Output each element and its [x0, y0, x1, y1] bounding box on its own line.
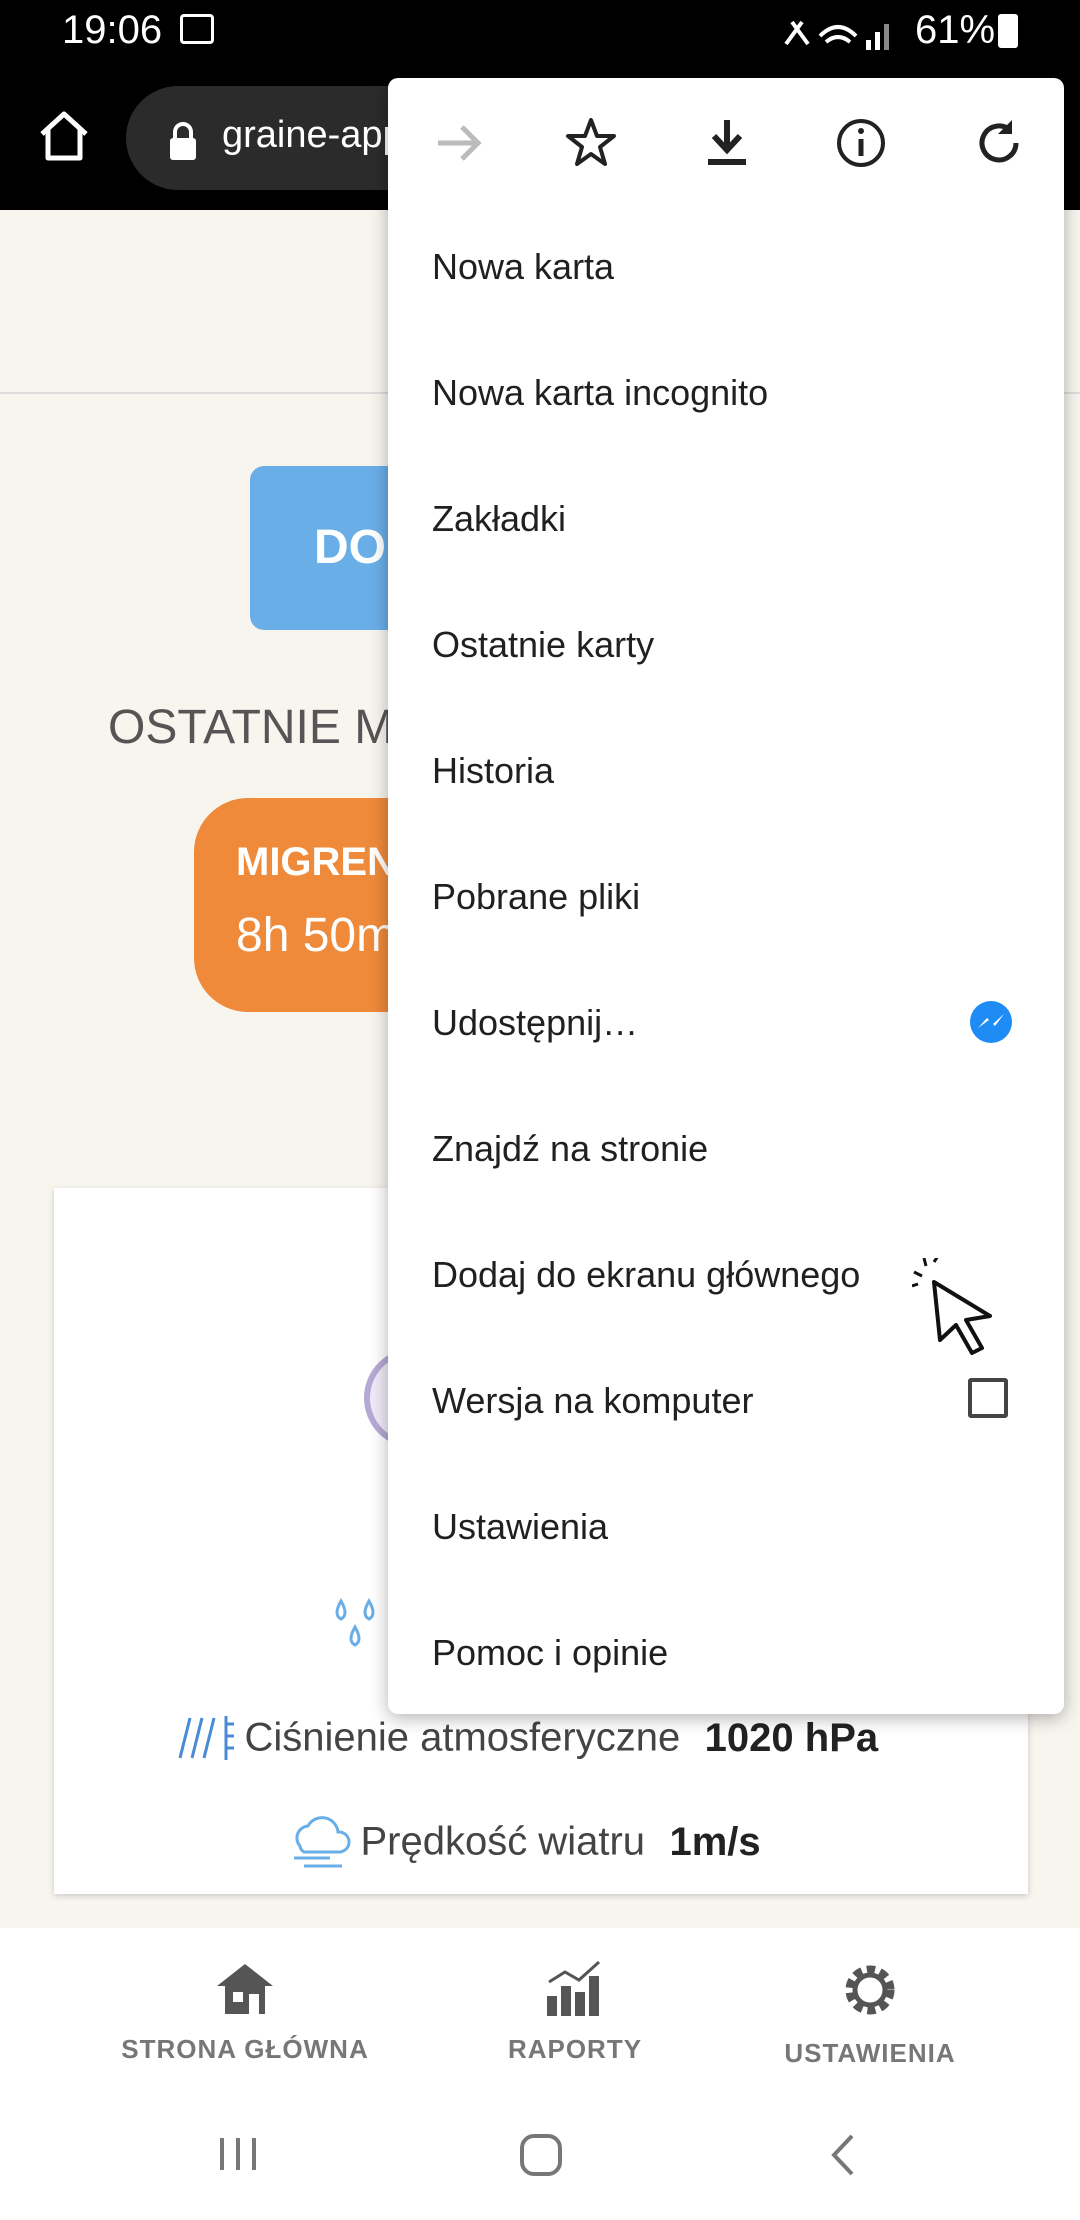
menu-item-add-to-home-screen[interactable]: Dodaj do ekranu głównego: [432, 1254, 860, 1296]
house-icon: [217, 1964, 273, 2014]
pressure-label: Ciśnienie atmosferyczne: [244, 1715, 681, 1760]
menu-item-recent-tabs[interactable]: Ostatnie karty: [432, 624, 654, 666]
nav-home[interactable]: STRONA GŁÓWNA: [85, 1928, 405, 2092]
bar-chart-icon: [547, 1960, 601, 2016]
menu-item-settings[interactable]: Ustawienia: [432, 1506, 608, 1548]
system-navigation-bar: [0, 2092, 1080, 2220]
battery-percent: 61%: [915, 8, 996, 52]
wind-value: 1m/s: [669, 1819, 761, 1864]
nav-settings[interactable]: USTAWIENIA: [710, 1928, 1030, 2092]
browser-overflow-menu: Nowa karta Nowa karta incognito Zakładki…: [388, 78, 1064, 1714]
home-icon[interactable]: [34, 106, 94, 166]
menu-item-desktop-site[interactable]: Wersja na komputer: [432, 1380, 753, 1422]
back-icon[interactable]: [826, 2132, 860, 2178]
add-button-label: DO: [314, 521, 386, 574]
menu-item-share[interactable]: Udostępnij…: [432, 1002, 638, 1044]
image-notification-icon: [180, 14, 214, 44]
messenger-icon[interactable]: [968, 1000, 1014, 1046]
nav-reports[interactable]: RAPORTY: [415, 1928, 735, 2092]
menu-item-history[interactable]: Historia: [432, 750, 554, 792]
pressure-row: Ciśnienie atmosferyczne 1020 hPa: [170, 1708, 878, 1768]
wind-row: Prędkość wiatru 1m/s: [286, 1812, 761, 1872]
home-nav-icon[interactable]: [518, 2132, 564, 2178]
info-icon[interactable]: [834, 116, 888, 170]
menu-toolbar: [388, 78, 1064, 204]
menu-item-bookmarks[interactable]: Zakładki: [432, 498, 566, 540]
status-bar: 19:06 61%: [0, 0, 1080, 64]
menu-item-new-tab[interactable]: Nowa karta: [432, 246, 614, 288]
menu-item-new-incognito-tab[interactable]: Nowa karta incognito: [432, 372, 768, 414]
nav-reports-label: RAPORTY: [507, 2034, 643, 2064]
nav-settings-label: USTAWIENIA: [784, 2038, 956, 2068]
battery-icon: [998, 14, 1018, 48]
recent-migraines-title: OSTATNIE M: [108, 701, 395, 754]
wind-label: Prędkość wiatru: [360, 1819, 646, 1864]
migraine-duration: 8h 50m: [236, 909, 397, 962]
menu-item-downloads[interactable]: Pobrane pliki: [432, 876, 640, 918]
pressure-value: 1020 hPa: [704, 1715, 879, 1760]
signal-icons: [784, 20, 889, 50]
pointer-cursor-icon: [912, 1258, 992, 1355]
nav-home-label: STRONA GŁÓWNA: [121, 2034, 369, 2064]
desktop-site-checkbox[interactable]: [968, 1378, 1008, 1418]
pressure-icon: [178, 1716, 234, 1760]
bottom-navigation: STRONA GŁÓWNA RAPORTY USTAWIENIA: [0, 1928, 1080, 2094]
download-icon[interactable]: [700, 116, 754, 170]
lock-icon: [170, 122, 196, 160]
menu-item-help-feedback[interactable]: Pomoc i opinie: [432, 1632, 668, 1674]
wind-cloud-icon: [294, 1816, 351, 1868]
star-icon[interactable]: [564, 116, 618, 170]
migraine-label: MIGREN: [236, 840, 396, 884]
url-text: graine-app: [222, 114, 404, 156]
reload-icon[interactable]: [972, 116, 1026, 170]
recent-apps-icon[interactable]: [216, 2134, 260, 2174]
status-time: 19:06: [62, 8, 163, 52]
gear-icon: [845, 1965, 895, 2015]
menu-item-find-in-page[interactable]: Znajdź na stronie: [432, 1128, 708, 1170]
forward-icon[interactable]: [432, 116, 486, 170]
